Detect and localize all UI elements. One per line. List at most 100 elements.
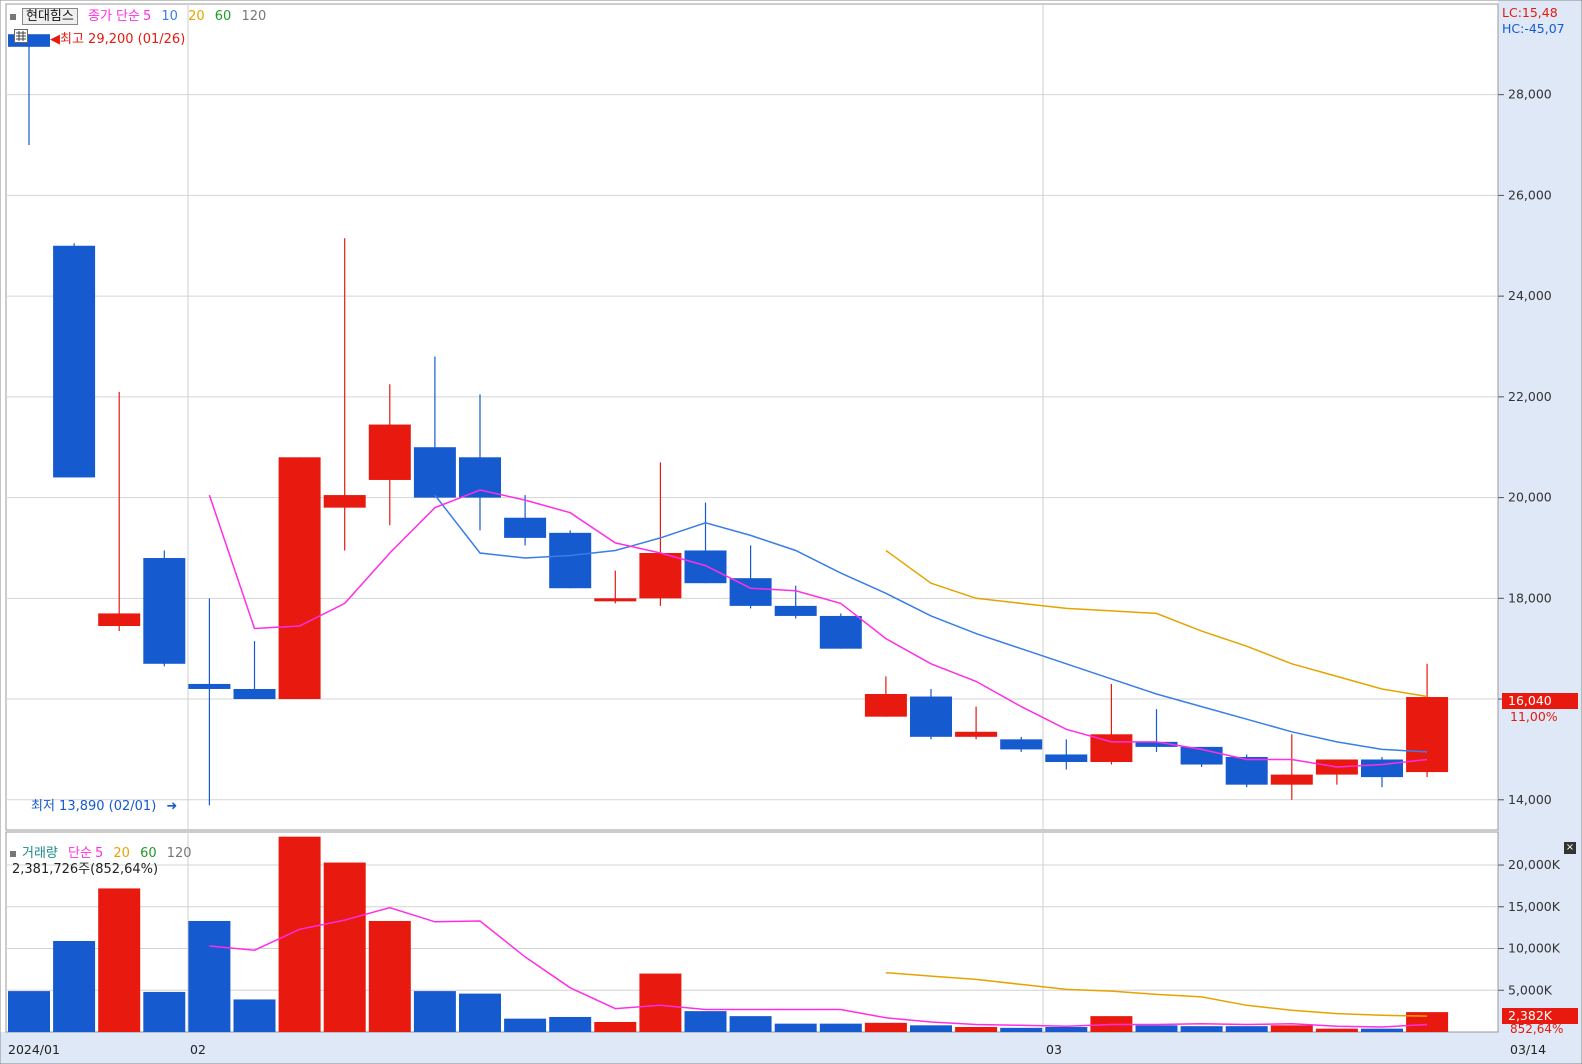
candle-body xyxy=(368,424,411,480)
candle-body xyxy=(1000,739,1043,750)
candle-body xyxy=(819,615,862,649)
price-tick-label: 22,000 xyxy=(1508,389,1552,404)
candle-body xyxy=(1045,754,1088,763)
volume-bar xyxy=(278,836,321,1032)
chart-canvas[interactable]: 28,000 26,000 24,000 22,000 20,000 18,000 16,0… xyxy=(0,0,1582,1064)
high-label: 최고 29,200 (01/26) xyxy=(60,32,186,47)
volume-bar xyxy=(323,862,366,1032)
candle-body xyxy=(233,688,276,700)
volume-bar xyxy=(729,1016,772,1032)
volume-bar xyxy=(819,1023,862,1032)
price-legend: 현대힘스 종가 단순 5 10 20 60 120 xyxy=(10,5,272,25)
x-axis-panel xyxy=(0,1032,1582,1064)
candle-body xyxy=(323,495,366,508)
price-tick-label: 26,000 xyxy=(1508,187,1552,202)
candle-body xyxy=(1270,774,1313,785)
legend-marker-icon xyxy=(10,850,16,857)
hc-value: HC:-45,07 xyxy=(1502,21,1565,36)
candle-body xyxy=(774,605,817,616)
high-annotation: ◀최고 29,200 (01/26) xyxy=(50,28,185,47)
legend-close-simple: 종가 단순 xyxy=(87,9,140,24)
price-tick-label: 24,000 xyxy=(1508,288,1552,303)
x-label-feb: 02 xyxy=(190,1042,206,1057)
outer-frame xyxy=(0,0,1582,1064)
candle-body xyxy=(143,558,186,664)
volume-bar xyxy=(143,991,186,1032)
volume-bar xyxy=(684,1011,727,1032)
price-tick-label: 18,000 xyxy=(1508,590,1552,605)
candle-body xyxy=(413,447,456,498)
candle-body xyxy=(459,457,501,498)
volume-bar xyxy=(1270,1025,1313,1032)
candle-body xyxy=(53,245,96,478)
legend-ma60: 60 xyxy=(214,9,232,24)
volume-bar xyxy=(413,991,456,1032)
lc-value: LC:15,48 xyxy=(1502,5,1558,20)
volume-bar xyxy=(594,1021,637,1032)
volume-bar xyxy=(639,973,682,1032)
candle-body xyxy=(910,696,952,737)
low-annotation: 최저 13,890 (02/01) ➜ xyxy=(31,795,177,814)
volume-bar xyxy=(368,920,411,1032)
volume-bar xyxy=(233,999,276,1032)
volume-bar xyxy=(459,993,501,1032)
price-panel-frame xyxy=(5,3,1499,831)
volume-tick-label: 5,000K xyxy=(1508,982,1553,997)
legend-ma10: 10 xyxy=(161,9,178,24)
volume-bar xyxy=(910,1025,952,1032)
candle-body xyxy=(98,613,141,627)
volume-tick-label: 20,000K xyxy=(1508,857,1561,872)
price-ma5-line xyxy=(208,489,1428,768)
candle-body xyxy=(864,694,907,717)
stock-name[interactable]: 현대힘스 xyxy=(22,8,78,25)
volume-bar xyxy=(504,1018,547,1032)
volume-bar xyxy=(864,1022,907,1032)
legend-ma120: 120 xyxy=(241,9,267,24)
close-icon[interactable]: × xyxy=(1564,842,1576,854)
price-tick-label: 14,000 xyxy=(1508,792,1552,807)
candle-body xyxy=(278,457,321,700)
price-badge: 16,040 xyxy=(1502,693,1578,709)
right-arrow-icon: ➜ xyxy=(166,799,178,814)
candle-body xyxy=(504,517,547,538)
price-change-pct: 11,00% xyxy=(1510,709,1558,724)
volume-bar xyxy=(1135,1025,1178,1032)
x-label-mar: 03 xyxy=(1046,1042,1062,1057)
volume-bar xyxy=(1000,1027,1043,1032)
candle-body xyxy=(594,598,637,602)
price-ma20-line xyxy=(885,549,1428,698)
candle-body xyxy=(729,578,772,606)
volume-ma20-line xyxy=(885,971,1428,1017)
volume-bar xyxy=(1361,1028,1403,1032)
volume-tick-label: 10,000K xyxy=(1508,941,1561,956)
price-tick-label: 28,000 xyxy=(1508,87,1552,102)
legend-marker-icon xyxy=(10,13,16,20)
candle-body xyxy=(188,683,231,689)
volume-tick-label: 15,000K xyxy=(1508,899,1561,914)
legend-vol-ma120: 120 xyxy=(166,846,192,861)
volume-current: 2,381,726주(852,64%) xyxy=(12,862,159,877)
volume-bar xyxy=(549,1016,592,1032)
price-tick-label: 20,000 xyxy=(1508,490,1552,505)
volume-bar xyxy=(1180,1026,1223,1032)
volume-bar xyxy=(98,888,141,1032)
volume-bar xyxy=(955,1026,998,1032)
volume-bar xyxy=(1315,1028,1358,1032)
legend-ma5: 5 xyxy=(142,9,152,24)
left-arrow-icon: ◀ xyxy=(50,32,60,47)
volume-bar xyxy=(774,1023,817,1032)
candle-body xyxy=(684,550,727,584)
candle-body xyxy=(549,532,592,589)
x-label-start: 2024/01 xyxy=(8,1042,60,1057)
candle-body xyxy=(1225,756,1268,785)
volume-bar xyxy=(8,991,50,1032)
table-icon[interactable] xyxy=(14,29,28,43)
volume-bar xyxy=(188,920,231,1032)
x-label-end: 03/14 xyxy=(1510,1042,1547,1057)
volume-bar xyxy=(53,941,96,1032)
candle-body xyxy=(955,731,998,737)
stock-chart: 28,000 26,000 24,000 22,000 20,000 18,000 16,0… xyxy=(0,0,1582,1064)
volume-bar xyxy=(1045,1026,1088,1032)
low-label: 최저 13,890 (02/01) xyxy=(31,799,157,814)
volume-bar xyxy=(1225,1026,1268,1032)
